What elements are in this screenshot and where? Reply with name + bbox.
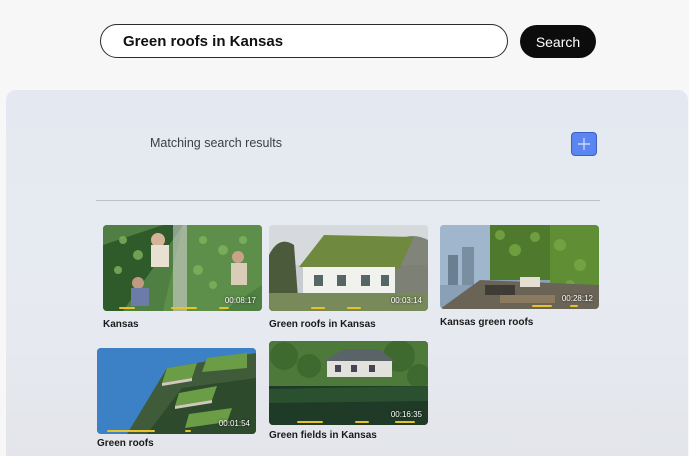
result-title[interactable]: Green fields in Kansas [269,430,428,441]
video-progress-markers [446,304,593,307]
video-progress-markers [103,429,250,432]
video-thumbnail[interactable]: 00:16:35 [269,341,428,425]
result-title[interactable]: Kansas [103,319,262,330]
result-title[interactable]: Green roofs in Kansas [269,319,428,330]
video-thumbnail[interactable]: 00:08:17 [103,225,262,311]
result-card-green-roofs[interactable]: 00:01:54 Green roofs [97,348,256,449]
result-card-kansas-green-roofs[interactable]: 00:28:12 Kansas green roofs [440,225,599,328]
video-progress-markers [275,306,422,309]
video-duration: 00:01:54 [218,419,250,428]
video-thumbnail[interactable]: 00:28:12 [440,225,599,309]
add-button[interactable] [571,132,597,156]
divider [96,200,600,201]
video-progress-markers [275,420,422,423]
result-title[interactable]: Green roofs [97,438,256,449]
plus-icon [578,138,590,150]
result-card-green-roofs-in-kansas[interactable]: 00:03:14 Green roofs in Kansas [269,225,428,330]
search-query-text: Green roofs in Kansas [123,32,284,50]
video-thumbnail[interactable]: 00:03:14 [269,225,428,311]
search-input[interactable]: Green roofs in Kansas [100,24,508,58]
video-duration: 00:28:12 [561,294,593,303]
results-heading: Matching search results [150,136,283,150]
video-duration: 00:08:17 [224,296,256,305]
result-card-kansas[interactable]: 00:08:17 Kansas [103,225,262,330]
video-thumbnail[interactable]: 00:01:54 [97,348,256,434]
result-title[interactable]: Kansas green roofs [440,317,599,328]
result-card-green-fields-in-kansas[interactable]: 00:16:35 Green fields in Kansas [269,341,428,441]
video-progress-markers [109,306,256,309]
video-duration: 00:16:35 [390,410,422,419]
video-duration: 00:03:14 [390,296,422,305]
search-button[interactable]: Search [520,25,596,58]
